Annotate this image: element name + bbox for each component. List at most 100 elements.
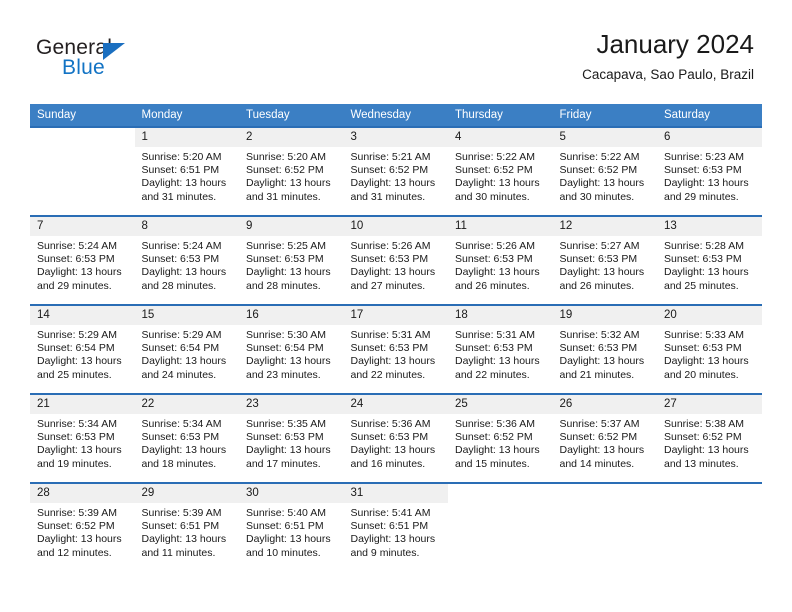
sunset-text: Sunset: 6:52 PM: [664, 431, 742, 444]
sunrise-text: Sunrise: 5:34 AM: [141, 418, 222, 430]
calendar-day-cell[interactable]: 20 Sunrise: 5:33 AM Sunset: 6:53 PM Dayligh…: [657, 304, 762, 394]
calendar-day-cell[interactable]: 1 Sunrise: 5:20 AM Sunset: 6:51 PM Daylight…: [134, 126, 239, 216]
calendar-day-cell[interactable]: 17 Sunrise: 5:31 AM Sunset: 6:53 PM Dayligh…: [343, 304, 448, 394]
sunset-text: Sunset: 6:52 PM: [559, 164, 638, 177]
daylight-text: Daylight: 13 hours and 28 minutes.: [246, 266, 331, 292]
day-number: 23: [239, 395, 344, 414]
sunrise-text: Sunrise: 5:21 AM: [350, 151, 431, 163]
day-details: Sunrise: 5:37 AM Sunset: 6:52 PM Daylight:…: [553, 414, 658, 471]
sunset-text: Sunset: 6:53 PM: [664, 164, 742, 177]
calendar-day-cell-inner: 10 Sunrise: 5:26 AM Sunset: 6:53 PM Dayligh…: [343, 217, 449, 304]
calendar-day-cell[interactable]: 13 Sunrise: 5:28 AM Sunset: 6:53 PM Dayligh…: [657, 215, 762, 305]
calendar-day-cell-inner: 21 Sunrise: 5:34 AM Sunset: 6:53 PM Dayligh…: [30, 395, 135, 482]
day-number: [552, 484, 657, 503]
sunset-text: Sunset: 6:53 PM: [664, 253, 742, 266]
calendar-day-cell-inner: 1 Sunrise: 5:20 AM Sunset: 6:51 PM Daylight…: [134, 128, 239, 215]
sunrise-text: Sunrise: 5:34 AM: [37, 418, 117, 430]
calendar-day-cell[interactable]: 23 Sunrise: 5:35 AM Sunset: 6:53 PM Dayligh…: [239, 393, 344, 483]
calendar-day-cell[interactable]: 11 Sunrise: 5:26 AM Sunset: 6:53 PM Dayligh…: [448, 215, 553, 305]
sunrise-text: Sunrise: 5:30 AM: [246, 329, 326, 341]
day-details: Sunrise: 5:31 AM Sunset: 6:53 PM Daylight:…: [448, 325, 553, 382]
sunset-text: Sunset: 6:53 PM: [37, 253, 115, 266]
sunset-text: Sunset: 6:53 PM: [559, 342, 638, 355]
calendar-day-cell[interactable]: 30 Sunrise: 5:40 AM Sunset: 6:51 PM Dayligh…: [239, 482, 344, 568]
weekday-header-wednesday: Wednesday: [343, 104, 448, 127]
daylight-text: Daylight: 13 hours and 19 minutes.: [37, 444, 122, 470]
calendar-day-cell[interactable]: 4 Sunrise: 5:22 AM Sunset: 6:52 PM Daylight…: [448, 126, 553, 216]
calendar-day-cell[interactable]: 19 Sunrise: 5:32 AM Sunset: 6:53 PM Dayligh…: [552, 304, 657, 394]
day-details: Sunrise: 5:22 AM Sunset: 6:52 PM Daylight:…: [553, 147, 658, 204]
sunset-text: Sunset: 6:52 PM: [246, 164, 324, 177]
calendar-day-cell[interactable]: 24 Sunrise: 5:36 AM Sunset: 6:53 PM Dayligh…: [343, 393, 448, 483]
daylight-text: Daylight: 13 hours and 13 minutes.: [664, 444, 749, 470]
day-details: Sunrise: 5:29 AM Sunset: 6:54 PM Daylight:…: [135, 325, 240, 382]
sunrise-text: Sunrise: 5:23 AM: [664, 151, 744, 163]
sunrise-text: Sunrise: 5:41 AM: [350, 507, 431, 519]
calendar-day-cell-inner: [30, 128, 135, 215]
day-number: 5: [552, 128, 657, 147]
day-details: Sunrise: 5:22 AM Sunset: 6:52 PM Daylight:…: [448, 147, 553, 204]
calendar-week-row: 1 Sunrise: 5:20 AM Sunset: 6:51 PM Daylight…: [30, 126, 762, 216]
calendar-day-cell-inner: 13 Sunrise: 5:28 AM Sunset: 6:53 PM Dayligh…: [657, 217, 762, 304]
calendar-day-cell[interactable]: 2 Sunrise: 5:20 AM Sunset: 6:52 PM Daylight…: [239, 126, 344, 216]
sunrise-text: Sunrise: 5:27 AM: [559, 240, 640, 252]
calendar-day-cell[interactable]: 10 Sunrise: 5:26 AM Sunset: 6:53 PM Dayligh…: [343, 215, 449, 305]
sunrise-text: Sunrise: 5:32 AM: [559, 329, 640, 341]
calendar-week-row: 7 Sunrise: 5:24 AM Sunset: 6:53 PM Daylight…: [30, 215, 762, 305]
sunset-text: Sunset: 6:51 PM: [141, 520, 220, 533]
calendar-day-cell[interactable]: 9 Sunrise: 5:25 AM Sunset: 6:53 PM Daylight…: [239, 215, 344, 305]
daylight-text: Daylight: 13 hours and 9 minutes.: [350, 533, 436, 559]
daylight-text: Daylight: 13 hours and 12 minutes.: [37, 533, 122, 559]
calendar-day-cell[interactable]: 14 Sunrise: 5:29 AM Sunset: 6:54 PM Dayligh…: [30, 304, 135, 394]
calendar-day-cell[interactable]: 7 Sunrise: 5:24 AM Sunset: 6:53 PM Daylight…: [30, 215, 135, 305]
calendar-day-cell-inner: 11 Sunrise: 5:26 AM Sunset: 6:53 PM Dayligh…: [448, 217, 553, 304]
sunrise-text: Sunrise: 5:36 AM: [455, 418, 535, 430]
sunrise-text: Sunrise: 5:24 AM: [37, 240, 117, 252]
sunset-text: Sunset: 6:51 PM: [141, 164, 220, 177]
page-title: January 2024: [596, 29, 754, 59]
day-number: 20: [657, 306, 762, 325]
day-number: 3: [343, 128, 448, 147]
triangle-icon: [103, 43, 125, 60]
calendar-day-cell[interactable]: 27 Sunrise: 5:38 AM Sunset: 6:52 PM Dayligh…: [657, 393, 762, 483]
calendar-day-cell[interactable]: 5 Sunrise: 5:22 AM Sunset: 6:52 PM Daylight…: [552, 126, 658, 216]
daylight-text: Daylight: 13 hours and 29 minutes.: [664, 177, 749, 203]
calendar-day-cell[interactable]: 25 Sunrise: 5:36 AM Sunset: 6:52 PM Dayligh…: [448, 393, 553, 483]
calendar-day-cell[interactable]: 26 Sunrise: 5:37 AM Sunset: 6:52 PM Dayligh…: [552, 393, 658, 483]
calendar-day-cell[interactable]: 29 Sunrise: 5:39 AM Sunset: 6:51 PM Dayligh…: [134, 482, 239, 568]
calendar-day-cell-inner: [448, 484, 553, 568]
calendar-week-row: 14 Sunrise: 5:29 AM Sunset: 6:54 PM Dayligh…: [30, 304, 762, 394]
calendar-day-cell[interactable]: 12 Sunrise: 5:27 AM Sunset: 6:53 PM Dayligh…: [552, 215, 657, 305]
calendar-day-cell-inner: 17 Sunrise: 5:31 AM Sunset: 6:53 PM Dayligh…: [343, 306, 448, 393]
calendar-day-cell[interactable]: 21 Sunrise: 5:34 AM Sunset: 6:53 PM Dayligh…: [30, 393, 135, 483]
daylight-text: Daylight: 13 hours and 10 minutes.: [246, 533, 331, 559]
calendar-grid: Sunday Monday Tuesday Wednesday Thursday…: [30, 104, 762, 568]
calendar-day-cell-inner: 24 Sunrise: 5:36 AM Sunset: 6:53 PM Dayligh…: [343, 395, 448, 482]
daylight-text: Daylight: 13 hours and 16 minutes.: [350, 444, 436, 470]
sunset-text: Sunset: 6:52 PM: [455, 431, 533, 444]
calendar-day-cell[interactable]: 16 Sunrise: 5:30 AM Sunset: 6:54 PM Dayligh…: [239, 304, 344, 394]
weekday-header-thursday: Thursday: [448, 104, 553, 127]
day-number: 29: [134, 484, 239, 503]
day-number: 14: [30, 306, 135, 325]
calendar-day-cell-inner: 26 Sunrise: 5:37 AM Sunset: 6:52 PM Dayligh…: [552, 395, 658, 482]
sunset-text: Sunset: 6:53 PM: [350, 431, 429, 444]
calendar-day-cell[interactable]: 15 Sunrise: 5:29 AM Sunset: 6:54 PM Dayligh…: [134, 304, 240, 394]
calendar-day-cell[interactable]: 18 Sunrise: 5:31 AM Sunset: 6:53 PM Dayligh…: [448, 304, 553, 394]
calendar-page: General Blue January 2024 Cacapava, Sao …: [0, 0, 792, 612]
calendar-day-cell[interactable]: 22 Sunrise: 5:34 AM Sunset: 6:53 PM Dayligh…: [134, 393, 239, 483]
calendar-day-cell[interactable]: 28 Sunrise: 5:39 AM Sunset: 6:52 PM Dayligh…: [30, 482, 135, 568]
sunset-text: Sunset: 6:52 PM: [455, 164, 533, 177]
day-details: Sunrise: 5:26 AM Sunset: 6:53 PM Daylight:…: [344, 236, 449, 293]
daylight-text: Daylight: 13 hours and 31 minutes.: [246, 177, 331, 203]
sunrise-text: Sunrise: 5:33 AM: [664, 329, 744, 341]
day-details: Sunrise: 5:21 AM Sunset: 6:52 PM Daylight:…: [344, 147, 449, 204]
calendar-day-cell-inner: 23 Sunrise: 5:35 AM Sunset: 6:53 PM Dayligh…: [239, 395, 344, 482]
day-number: 15: [134, 306, 239, 325]
calendar-day-cell[interactable]: 31 Sunrise: 5:41 AM Sunset: 6:51 PM Dayligh…: [343, 482, 448, 568]
calendar-day-cell-empty: [552, 482, 657, 568]
day-number: 11: [448, 217, 553, 236]
calendar-day-cell[interactable]: 6 Sunrise: 5:23 AM Sunset: 6:53 PM Daylight…: [657, 126, 762, 216]
calendar-day-cell[interactable]: 8 Sunrise: 5:24 AM Sunset: 6:53 PM Daylight…: [134, 215, 239, 305]
calendar-day-cell[interactable]: 3 Sunrise: 5:21 AM Sunset: 6:52 PM Daylight…: [343, 126, 449, 216]
